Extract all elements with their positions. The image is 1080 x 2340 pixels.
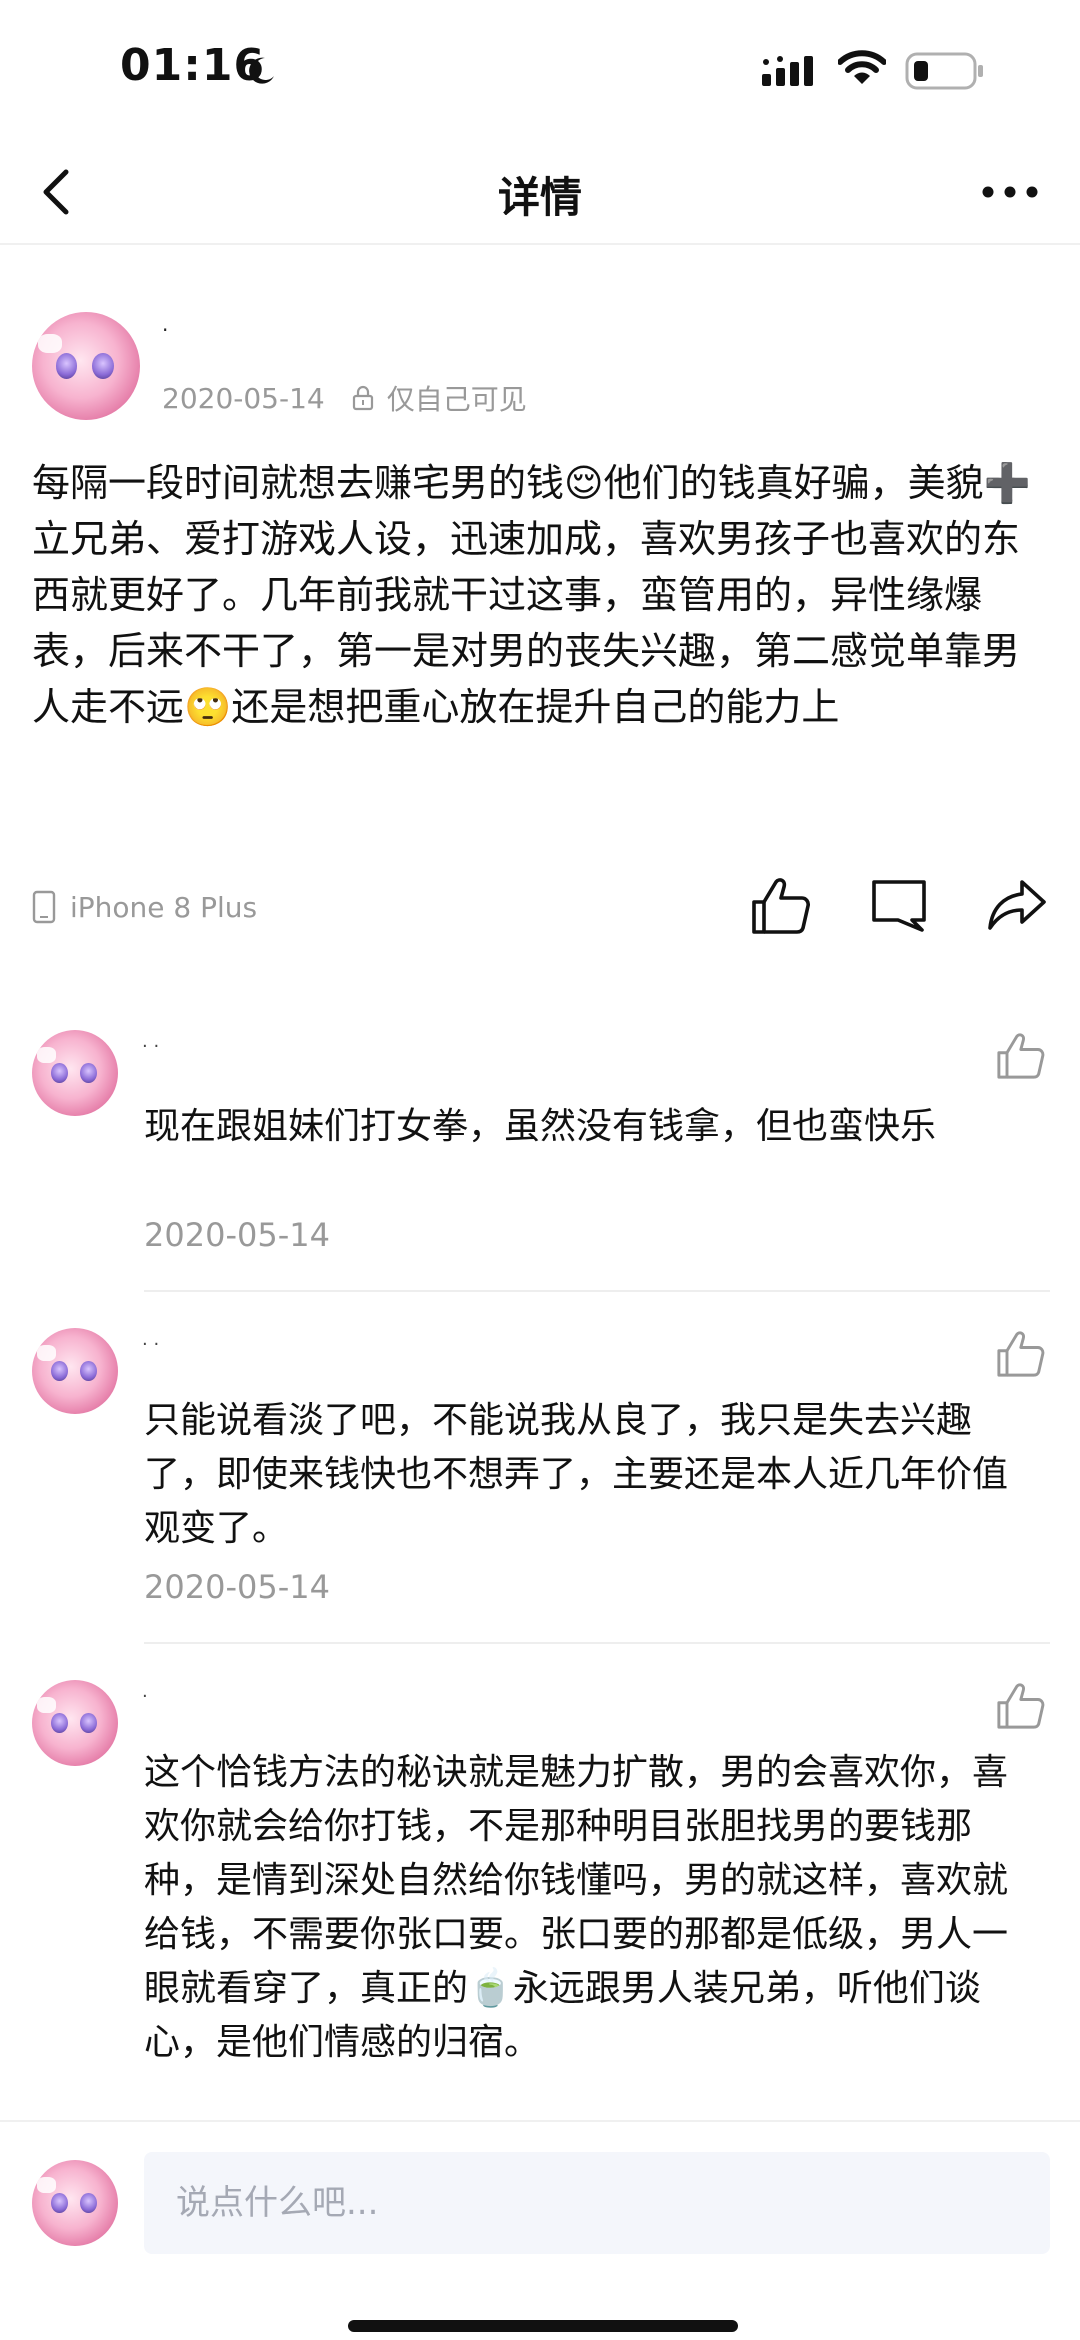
home-indicator xyxy=(348,2320,738,2332)
device-info: iPhone 8 Plus xyxy=(32,890,257,924)
comment-like-icon[interactable] xyxy=(994,1328,1046,1380)
share-icon[interactable] xyxy=(986,876,1048,934)
signal-icon xyxy=(762,56,813,86)
post-visibility: 仅自己可见 xyxy=(386,383,527,416)
post-date: 2020-05-14 xyxy=(162,381,325,415)
comment-username[interactable]: · xyxy=(142,1686,148,1707)
comment-text: 这个恰钱方法的秘诀就是魅力扩散，男的会喜欢你，喜欢你就会给你打钱，不是那种明目张… xyxy=(144,1752,1009,2063)
lock-icon xyxy=(352,385,373,411)
moon-icon xyxy=(249,57,274,84)
comment-like-icon[interactable] xyxy=(994,1030,1046,1082)
device-label: iPhone 8 Plus xyxy=(70,890,258,924)
page-title: 详情 xyxy=(497,173,582,222)
comment-icon[interactable] xyxy=(868,876,930,934)
comment-text: 只能说看淡了吧，不能说我从良了，我只是失去兴趣了，即使来钱快也不想弄了，主要还是… xyxy=(144,1400,1009,1549)
like-icon[interactable] xyxy=(748,874,812,938)
comment-username[interactable]: · · xyxy=(142,1334,159,1355)
phone-icon xyxy=(32,890,56,924)
avatar[interactable] xyxy=(32,1030,118,1116)
comment-input[interactable] xyxy=(144,2152,1050,2254)
post-body: 每隔一段时间就想去赚宅男的钱😌他们的钱真好骗，美貌➕立兄弟、爱打游戏人设，迅速加… xyxy=(32,461,1031,729)
more-icon[interactable] xyxy=(980,180,1040,204)
comment-date: 2020-05-14 xyxy=(144,1216,330,1254)
status-time: 01:16 xyxy=(120,40,266,91)
comment-like-icon[interactable] xyxy=(994,1680,1046,1732)
divider xyxy=(144,1290,1050,1292)
comment-input-bar xyxy=(0,2120,1080,2340)
battery-icon xyxy=(905,52,983,90)
avatar[interactable] xyxy=(32,1680,118,1766)
wifi-icon xyxy=(838,50,886,84)
post-meta: 2020-05-14 仅自己可见 xyxy=(162,378,527,418)
status-bar: 01:16 xyxy=(0,0,1080,140)
comment-username[interactable]: · · xyxy=(142,1036,159,1057)
divider xyxy=(144,1642,1050,1644)
avatar xyxy=(32,2160,118,2246)
comment-text: 现在跟姐妹们打女拳，虽然没有钱拿，但也蛮快乐 xyxy=(144,1106,937,1147)
nav-bar: 详情 xyxy=(0,140,1080,245)
comment-date: 2020-05-14 xyxy=(144,1568,330,1606)
avatar[interactable] xyxy=(32,1328,118,1414)
avatar[interactable] xyxy=(32,312,140,420)
post-username[interactable]: · xyxy=(162,318,168,342)
